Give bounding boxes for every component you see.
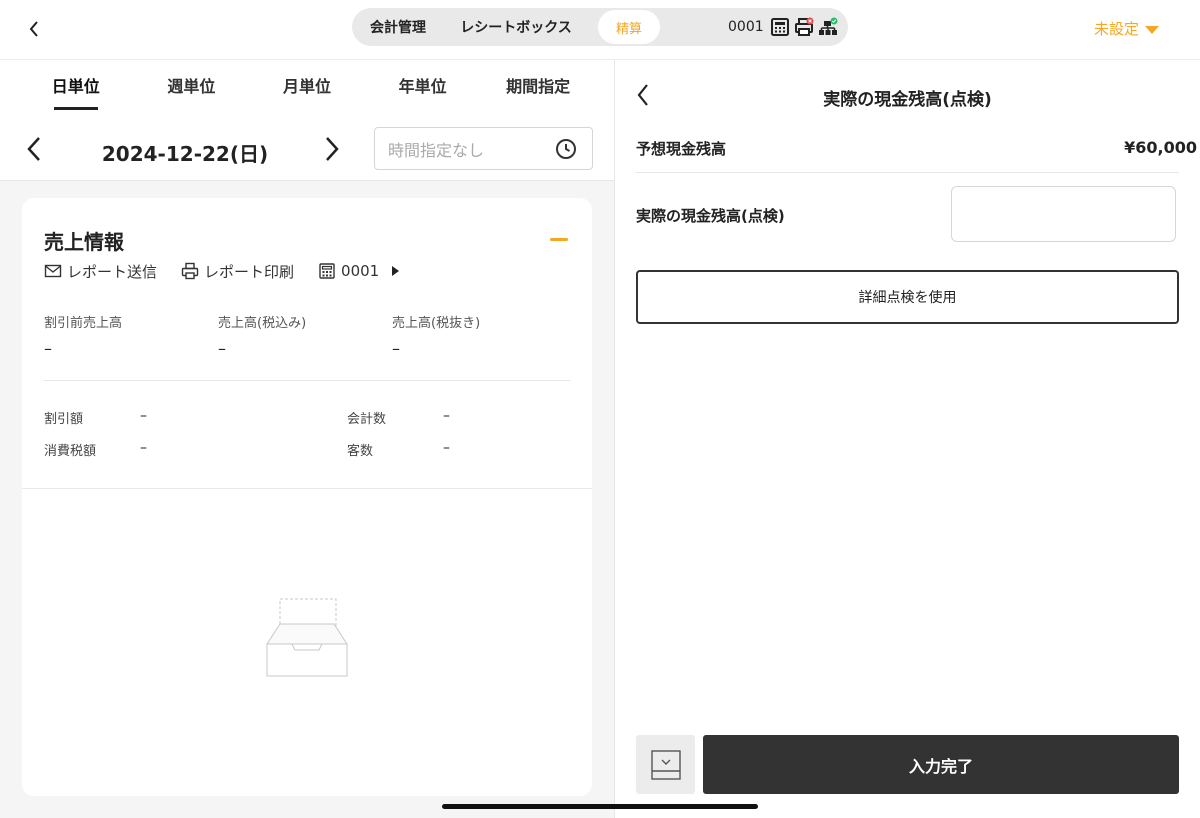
tax-row: 消費税額 – (44, 440, 147, 459)
sales-info-card: 売上情報 レポート送信 レポート印刷 0001 割引前売上高 – 売上高(税込み… (22, 198, 592, 796)
network-ok-icon (818, 17, 838, 37)
metric-label: 売上高(税抜き) (392, 316, 481, 331)
clock-icon (556, 139, 576, 159)
send-report-label: レポート送信 (67, 262, 158, 281)
chevron-left-icon (29, 21, 38, 37)
checkouts-value: – (443, 408, 450, 424)
metric-value: – (44, 339, 52, 358)
register-icon (319, 263, 335, 279)
unset-dropdown[interactable]: 未設定 (1094, 18, 1160, 39)
cash-drawer-icon (650, 749, 681, 780)
card-title: 売上情報 (44, 230, 124, 254)
metric-label: 売上高(税込み) (218, 316, 307, 331)
device-status[interactable]: 0001 (728, 8, 838, 46)
tab-receipt-box[interactable]: レシートボックス (450, 10, 582, 44)
period-tabs: 日単位 週単位 月単位 年単位 期間指定 (18, 74, 596, 114)
caret-down-icon (1145, 25, 1160, 34)
collapse-button[interactable] (550, 238, 568, 241)
discount-value: – (140, 408, 147, 424)
metric-gross-sales: 割引前売上高 – (44, 312, 122, 358)
checkouts-row: 会計数 – (347, 408, 450, 427)
mode-segmented-control: 会計管理 レシートボックス 精算 0001 (352, 8, 848, 46)
tab-weekly[interactable]: 週単位 (134, 74, 250, 110)
input-complete-button[interactable]: 入力完了 (703, 735, 1179, 794)
discount-row: 割引額 – (44, 408, 147, 427)
cash-check-panel: 実際の現金残高(点検) 予想現金残高 ¥60,000 実際の現金残高(点検) 詳… (615, 60, 1200, 818)
tab-daily[interactable]: 日単位 (18, 74, 134, 110)
register-icon (770, 17, 790, 37)
mail-icon (44, 264, 62, 278)
print-report-button[interactable]: レポート印刷 (181, 261, 294, 282)
tax-label: 消費税額 (44, 444, 97, 459)
expected-cash-row: 予想現金残高 ¥60,000 (636, 136, 1197, 173)
customers-row: 客数 – (347, 440, 450, 459)
detailed-check-button[interactable]: 詳細点検を使用 (636, 270, 1179, 324)
period-header: 日単位 週単位 月単位 年単位 期間指定 2024-12-22(日) 時間指定な… (0, 60, 614, 181)
empty-box-icon (266, 598, 348, 677)
date-navigator: 2024-12-22(日) 時間指定なし (0, 126, 614, 172)
metric-value: – (392, 339, 400, 358)
checkouts-label: 会計数 (347, 412, 387, 427)
customers-value: – (443, 440, 450, 456)
card-section-divider (22, 488, 592, 489)
chevron-left-icon (27, 137, 40, 161)
caret-right-icon (392, 266, 400, 276)
sales-metrics: 割引前売上高 – 売上高(税込み) – 売上高(税抜き) – (44, 312, 570, 372)
card-divider (44, 380, 570, 381)
unset-label: 未設定 (1094, 20, 1140, 38)
expected-cash-value: ¥60,000 (1124, 138, 1197, 157)
metric-value: – (218, 339, 226, 358)
tab-monthly[interactable]: 月単位 (249, 74, 365, 110)
next-date-button[interactable] (322, 134, 346, 164)
register-selector-label: 0001 (341, 262, 380, 280)
metric-label: 割引前売上高 (44, 316, 123, 331)
actual-cash-label: 実際の現金残高(点検) (636, 207, 785, 225)
top-bar: 会計管理 レシートボックス 精算 0001 未設定 (0, 0, 1200, 60)
tab-settlement[interactable]: 精算 (598, 10, 660, 44)
metric-sales-tax-incl: 売上高(税込み) – (218, 312, 306, 358)
time-filter-placeholder: 時間指定なし (388, 140, 485, 160)
printer-error-icon (794, 17, 814, 37)
sales-panel: 日単位 週単位 月単位 年単位 期間指定 2024-12-22(日) 時間指定な… (0, 60, 614, 818)
tab-accounting[interactable]: 会計管理 (356, 10, 440, 44)
home-indicator (442, 804, 758, 809)
panel-title: 実際の現金残高(点検) (823, 90, 992, 110)
metric-sales-tax-excl: 売上高(税抜き) – (392, 312, 480, 358)
send-report-button[interactable]: レポート送信 (44, 261, 157, 282)
customers-label: 客数 (347, 444, 374, 459)
actual-cash-input[interactable] (951, 186, 1176, 242)
print-report-label: レポート印刷 (204, 262, 295, 281)
current-date[interactable]: 2024-12-22(日) (60, 138, 310, 167)
back-button[interactable] (22, 16, 46, 42)
chevron-right-icon (326, 137, 339, 161)
register-code: 0001 (728, 19, 764, 35)
open-drawer-button[interactable] (636, 735, 695, 794)
card-actions: レポート送信 レポート印刷 0001 (44, 260, 423, 282)
prev-date-button[interactable] (24, 134, 48, 164)
tab-yearly[interactable]: 年単位 (365, 74, 481, 110)
tab-custom-period[interactable]: 期間指定 (480, 74, 596, 110)
discount-label: 割引額 (44, 412, 84, 427)
expected-cash-label: 予想現金残高 (636, 140, 727, 158)
printer-icon (181, 262, 199, 280)
time-filter-input[interactable]: 時間指定なし (374, 127, 593, 170)
register-selector[interactable]: 0001 (318, 262, 400, 280)
tax-value: – (140, 440, 147, 456)
